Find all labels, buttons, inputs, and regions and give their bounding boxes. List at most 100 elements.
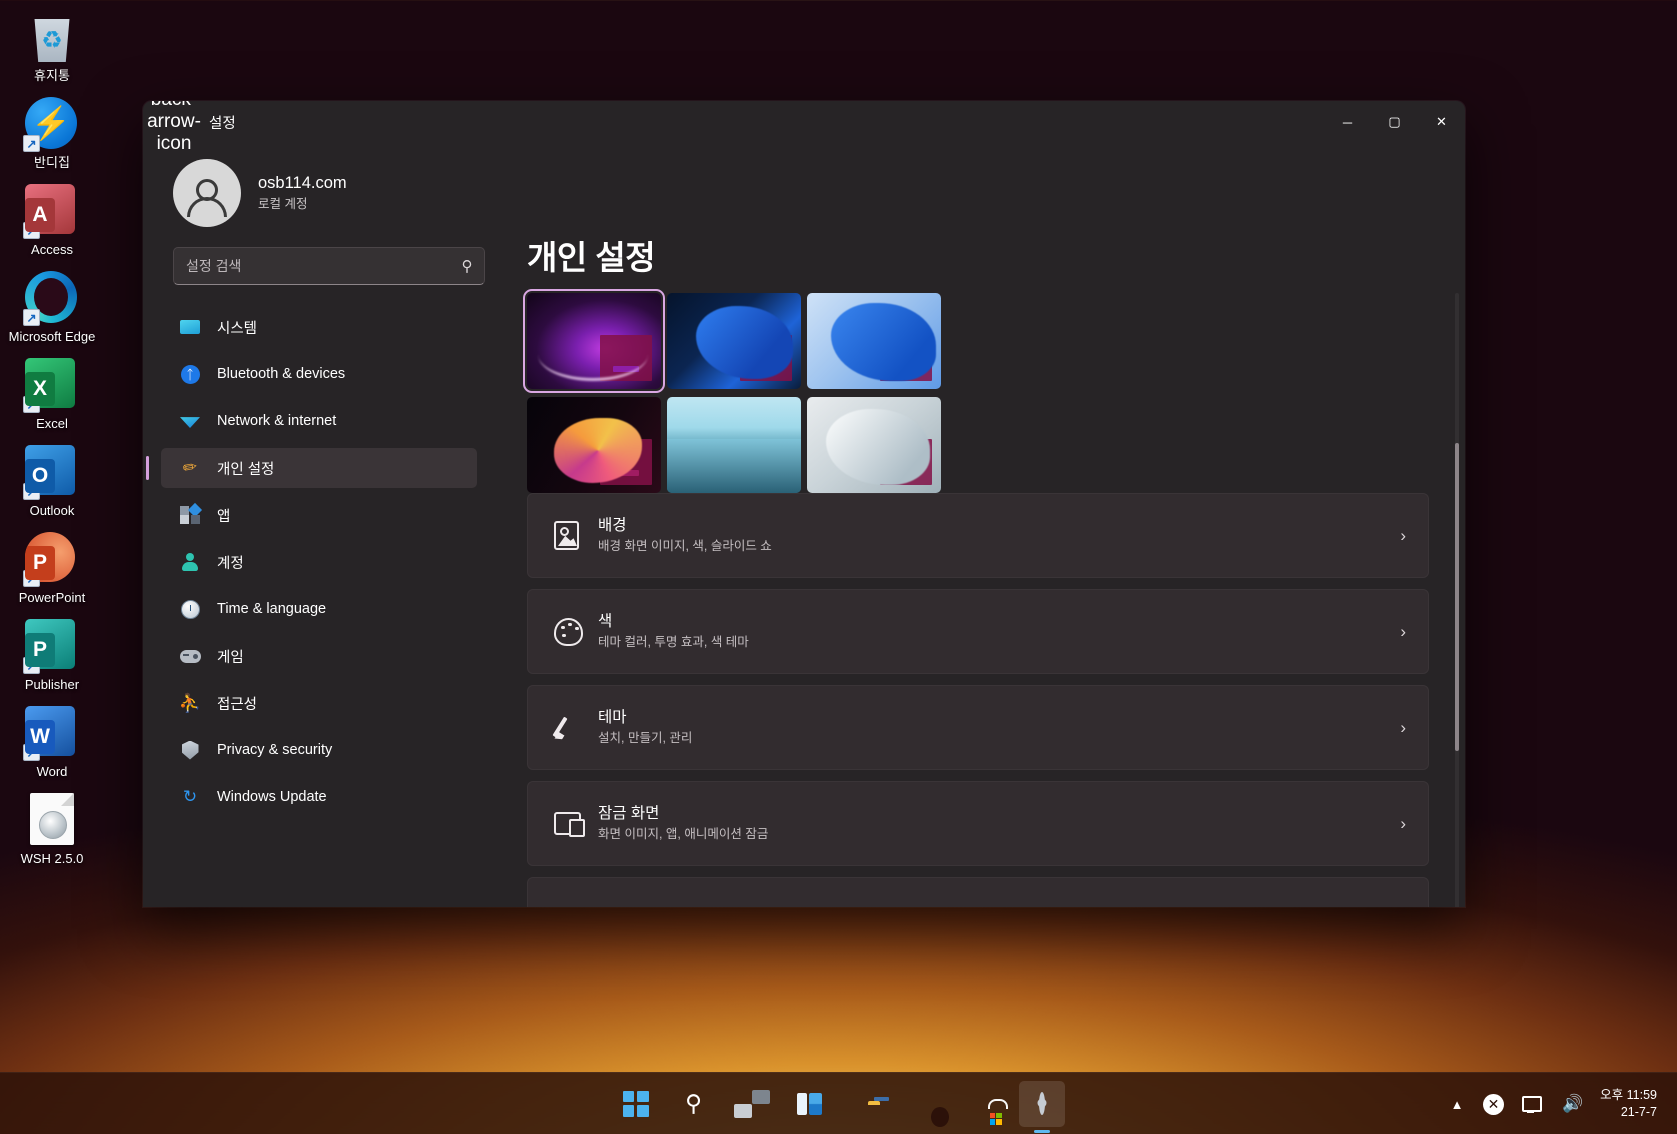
theme-preview-window [740,335,792,381]
settings-window: back-arrow-icon 설정 ─ ▢ ✕ osb114.com 로컬 계… [143,101,1465,907]
card-subtitle: 배경 화면 이미지, 색, 슬라이드 쇼 [598,537,1400,556]
error-circle-icon[interactable]: ✕ [1476,1083,1511,1125]
content-scroll-region[interactable]: 개인 설정 적용할 테마 선택 배경배경 화면 이미지, 색, 슬라이드 쇼›색… [491,143,1465,907]
maximize-button[interactable]: ▢ [1371,101,1418,143]
desktop-icon-label: 휴지통 [34,68,70,83]
sidebar-item-gaming[interactable]: 게임 [161,636,477,676]
start-button[interactable] [613,1081,659,1127]
chevron-up-icon[interactable]: ▲ [1442,1083,1472,1125]
theme-preview-window [600,335,652,381]
apps-icon [179,504,201,526]
account-type: 로컬 계정 [258,195,347,213]
settings-card-background-image[interactable]: 배경배경 화면 이미지, 색, 슬라이드 쇼› [527,493,1429,578]
account-block[interactable]: osb114.com 로컬 계정 [161,143,477,247]
disc-file-icon [25,793,79,847]
file-explorer-button[interactable] [845,1081,891,1127]
sidebar-item-personalization[interactable]: ✏개인 설정 [161,448,477,488]
taskbar: ⚲ ▲ ✕ 🔊 오후 11:59 21-7-7 [0,1072,1677,1134]
sidebar-item-label: Windows Update [217,789,327,805]
desktop-icon-bandizip[interactable]: ⚡ 반디집 [0,97,104,170]
gaming-icon [179,645,201,667]
desktop-icon-disc-file[interactable]: WSH 2.5.0 [0,793,104,866]
desktop-icon-word[interactable]: WWord [0,706,104,779]
sidebar-item-label: 접근성 [217,693,257,714]
search-box[interactable]: ⚲ [173,247,485,285]
clock[interactable]: 오후 11:59 21-7-7 [1594,1087,1667,1121]
theme-thumbnail-1[interactable] [527,293,661,389]
theme-thumbnail-grid [527,293,1429,493]
sidebar-nav: 시스템 ᛏBluetooth & devices Network & interne… [161,307,477,817]
recycle-bin-icon [25,10,79,64]
settings-card-theme-brush[interactable]: 테마설치, 만들기, 관리› [527,685,1429,770]
edge-icon [25,271,79,325]
sidebar-item-system[interactable]: 시스템 [161,307,477,347]
microsoft-store-button[interactable] [961,1081,1007,1127]
card-subtitle: 설치, 만들기, 관리 [598,729,1400,748]
sidebar-item-privacy-security[interactable]: Privacy & security [161,730,477,770]
desktop-icon-powerpoint[interactable]: P PowerPoint [0,532,104,605]
desktop-icon-edge[interactable]: Microsoft Edge [0,271,104,344]
theme-thumbnail-3[interactable] [807,293,941,389]
sidebar-item-accounts[interactable]: 계정 [161,542,477,582]
desktop-icon-recycle-bin[interactable]: 휴지통 [0,10,104,83]
settings-card-touch-keyboard[interactable]: 터치 키보드› [527,877,1429,907]
widgets-button[interactable] [787,1081,833,1127]
sidebar-item-label: 시스템 [217,317,257,338]
back-arrow-icon[interactable]: back-arrow-icon [157,105,191,139]
search-button[interactable]: ⚲ [671,1081,717,1127]
minimize-button[interactable]: ─ [1324,101,1371,143]
scrollbar-thumb[interactable] [1455,443,1459,751]
desktop-icon-label: WSH 2.5.0 [21,851,84,866]
sidebar-item-network[interactable]: Network & internet [161,401,477,441]
task-view-button[interactable] [729,1081,775,1127]
sidebar-item-apps[interactable]: 앱 [161,495,477,535]
desktop-icon-label: Excel [36,416,68,431]
sidebar-item-time-language[interactable]: Time & language [161,589,477,629]
sidebar-item-label: Privacy & security [217,742,332,758]
color-palette-icon [554,618,598,646]
network-monitor-icon[interactable] [1515,1083,1551,1125]
windows-start-icon [623,1091,649,1117]
access-icon: A [25,184,79,238]
close-button[interactable]: ✕ [1418,101,1465,143]
privacy-security-icon [179,739,201,761]
desktop-icon-label: Publisher [25,677,79,692]
powerpoint-icon: P [25,532,79,586]
desktop-icon-excel[interactable]: XExcel [0,358,104,431]
edge-button[interactable] [903,1081,949,1127]
accessibility-icon: ⛹ [179,692,201,714]
desktop-icon-outlook[interactable]: OOutlook [0,445,104,518]
sidebar-item-label: 게임 [217,646,244,667]
desktop-icon-area: 휴지통 ⚡ 반디집 AAccess Microsoft Edge XExcel OOutlo… [0,0,104,866]
desktop-icon-label: PowerPoint [19,590,85,605]
settings-card-color-palette[interactable]: 색테마 컬러, 투명 효과, 색 테마› [527,589,1429,674]
system-tray: ▲ ✕ 🔊 오후 11:59 21-7-7 [1442,1073,1677,1134]
sidebar-item-bluetooth[interactable]: ᛏBluetooth & devices [161,354,477,394]
desktop-icon-access[interactable]: AAccess [0,184,104,257]
bandizip-icon: ⚡ [25,97,79,151]
sidebar-item-windows-update[interactable]: ↻Windows Update [161,777,477,817]
theme-thumbnail-6[interactable] [807,397,941,493]
speaker-icon[interactable]: 🔊 [1555,1083,1590,1125]
background-image-icon [554,521,598,550]
sidebar-item-label: Time & language [217,601,326,617]
sidebar-item-accessibility[interactable]: ⛹ 접근성 [161,683,477,723]
desktop-icon-label: 반디집 [34,155,70,170]
clock-date: 21-7-7 [1600,1104,1657,1121]
sidebar-item-label: Network & internet [217,413,336,429]
theme-brush-icon [554,714,598,742]
settings-card-lock-screen[interactable]: 잠금 화면화면 이미지, 앱, 애니메이션 잠금› [527,781,1429,866]
chevron-right-icon: › [1400,718,1406,738]
desktop-icon-publisher[interactable]: PPublisher [0,619,104,692]
theme-thumbnail-4[interactable] [527,397,661,493]
chevron-right-icon: › [1400,622,1406,642]
account-name: osb114.com [258,173,347,193]
theme-thumbnail-5[interactable] [667,397,801,493]
search-input[interactable] [174,248,450,284]
theme-thumbnail-2[interactable] [667,293,801,389]
card-title: 테마 [598,707,1400,728]
settings-button[interactable] [1019,1081,1065,1127]
theme-preview-window [740,439,792,485]
card-title: 잠금 화면 [598,803,1400,824]
window-titlebar: back-arrow-icon 설정 ─ ▢ ✕ [143,101,1465,143]
